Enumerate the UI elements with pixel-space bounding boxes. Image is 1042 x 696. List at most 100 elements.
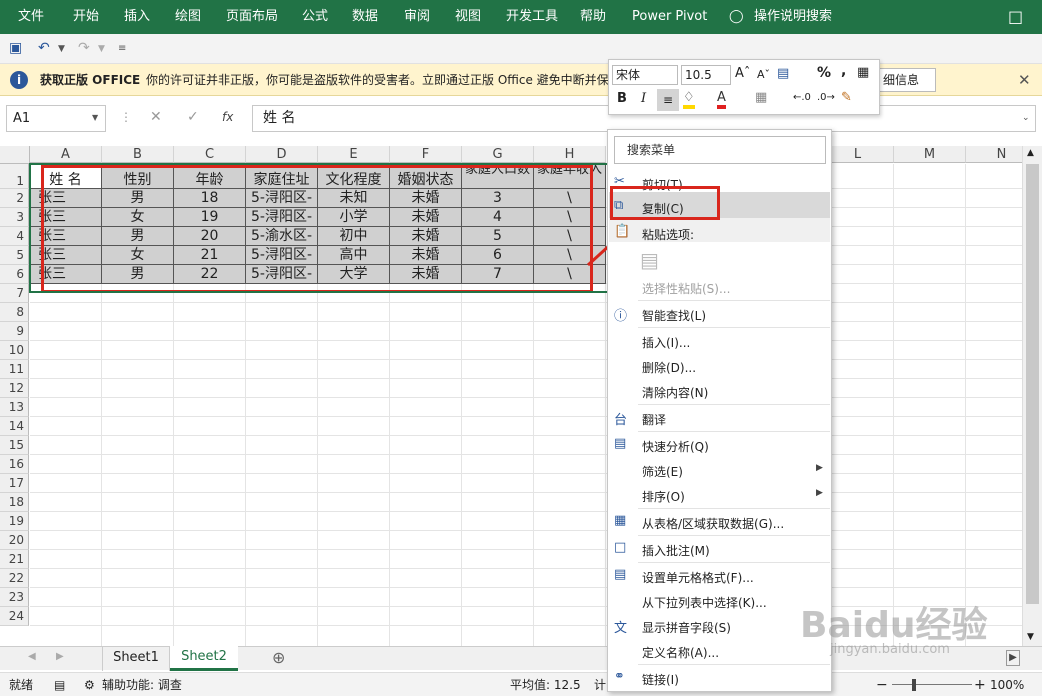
scroll-thumb[interactable] xyxy=(1026,164,1039,604)
row-header[interactable]: 12 xyxy=(0,379,29,398)
row-header[interactable]: 3 xyxy=(0,208,29,227)
font-color-icon[interactable]: A xyxy=(717,90,726,109)
table-cell[interactable]: 未婚 xyxy=(390,246,462,265)
menu-item-format-cells[interactable]: 设置单元格格式(F)... xyxy=(642,569,754,586)
borders-icon[interactable]: ▦ xyxy=(755,90,767,105)
menu-item-paste-special[interactable]: 选择性粘贴(S)... xyxy=(642,280,730,297)
name-box-dropdown-icon[interactable]: ▼ xyxy=(92,113,98,122)
tab-draw[interactable]: 绘图 xyxy=(175,0,201,34)
menu-item-get-data-from-table[interactable]: 从表格/区域获取数据(G)... xyxy=(642,515,784,532)
name-box[interactable]: A1 xyxy=(6,105,106,132)
zoom-slider[interactable] xyxy=(892,684,972,685)
column-header[interactable]: M xyxy=(894,146,966,163)
row-header[interactable]: 21 xyxy=(0,550,29,569)
redo-dropdown-icon[interactable]: ▼ xyxy=(98,44,105,54)
column-header[interactable]: H xyxy=(534,146,606,163)
row-header[interactable]: 20 xyxy=(0,531,29,550)
table-cell[interactable]: 21 xyxy=(174,246,246,265)
center-align-icon[interactable]: ≡ xyxy=(657,89,679,111)
tab-page-layout[interactable]: 页面布局 xyxy=(226,0,278,34)
menu-item-insert-comment[interactable]: 插入批注(M) xyxy=(642,542,710,559)
table-cell[interactable]: 张三 xyxy=(30,208,102,227)
table-cell[interactable]: 5-浔阳区- xyxy=(246,189,318,208)
font-name-select[interactable]: 宋体 xyxy=(612,65,678,85)
enter-icon[interactable]: ✓ xyxy=(187,109,199,125)
format-painter-icon[interactable]: ✎ xyxy=(841,90,852,105)
row-header[interactable]: 17 xyxy=(0,474,29,493)
row-header[interactable]: 4 xyxy=(0,227,29,246)
row-header[interactable]: 15 xyxy=(0,436,29,455)
tab-help[interactable]: 帮助 xyxy=(580,0,606,34)
column-header[interactable]: D xyxy=(246,146,318,163)
table-cell[interactable]: 女 xyxy=(102,246,174,265)
header-cell[interactable]: 姓 名 xyxy=(30,164,102,189)
row-header[interactable]: 18 xyxy=(0,493,29,512)
sheet-tab-sheet1[interactable]: Sheet1 xyxy=(102,647,170,671)
table-cell[interactable]: 22 xyxy=(174,265,246,284)
row-header[interactable]: 19 xyxy=(0,512,29,531)
tab-home[interactable]: 开始 xyxy=(73,0,99,34)
currency-format-icon[interactable]: ▤ xyxy=(777,66,789,81)
tab-view[interactable]: 视图 xyxy=(455,0,481,34)
column-header[interactable]: N xyxy=(966,146,1022,163)
table-cell[interactable]: 6 xyxy=(462,246,534,265)
font-size-select[interactable]: 10.5 xyxy=(681,65,731,85)
table-cell[interactable]: 张三 xyxy=(30,265,102,284)
format-as-table-icon[interactable]: ▦ xyxy=(857,65,869,80)
table-cell[interactable]: 张三 xyxy=(30,246,102,265)
column-header[interactable]: F xyxy=(390,146,462,163)
table-cell[interactable]: 未婚 xyxy=(390,189,462,208)
select-all-corner[interactable] xyxy=(0,146,30,164)
column-header[interactable]: A xyxy=(30,146,102,163)
table-cell[interactable]: 4 xyxy=(462,208,534,227)
row-header[interactable]: 10 xyxy=(0,341,29,360)
table-cell[interactable]: 男 xyxy=(102,189,174,208)
notice-details-button[interactable]: 细信息 xyxy=(876,68,936,92)
header-cell[interactable]: 家庭住址 xyxy=(246,164,318,189)
increase-decimal-icon[interactable]: ←.0 xyxy=(793,92,811,103)
tab-power-pivot[interactable]: Power Pivot xyxy=(632,0,707,34)
table-cell[interactable]: 高中 xyxy=(318,246,390,265)
table-cell[interactable]: 7 xyxy=(462,265,534,284)
tell-me-search[interactable]: 操作说明搜索 xyxy=(754,0,832,34)
comma-style-icon[interactable]: , xyxy=(841,63,846,79)
tab-insert[interactable]: 插入 xyxy=(124,0,150,34)
undo-dropdown-icon[interactable]: ▼ xyxy=(58,44,65,54)
menu-item-insert[interactable]: 插入(I)... xyxy=(642,334,690,351)
menu-item-delete[interactable]: 删除(D)... xyxy=(642,359,696,376)
undo-icon[interactable]: ↶ xyxy=(38,40,50,56)
decrease-decimal-icon[interactable]: .0→ xyxy=(817,92,835,103)
table-cell[interactable]: 张三 xyxy=(30,189,102,208)
row-header[interactable]: 11 xyxy=(0,360,29,379)
menu-item-sort[interactable]: 排序(O) xyxy=(642,488,685,505)
column-header[interactable]: C xyxy=(174,146,246,163)
menu-item-copy[interactable]: 复制(C) xyxy=(642,200,684,217)
table-cell[interactable]: 小学 xyxy=(318,208,390,227)
tab-data[interactable]: 数据 xyxy=(352,0,378,34)
table-cell[interactable]: 未婚 xyxy=(390,265,462,284)
italic-button[interactable]: I xyxy=(641,91,646,106)
table-cell[interactable]: 未知 xyxy=(318,189,390,208)
accessibility-status[interactable]: 辅助功能: 调查 xyxy=(102,673,182,696)
table-cell[interactable]: 5-浔阳区- xyxy=(246,208,318,227)
tab-formulas[interactable]: 公式 xyxy=(302,0,328,34)
table-cell[interactable]: 未婚 xyxy=(390,227,462,246)
sheet-tab-sheet2[interactable]: Sheet2 xyxy=(170,646,238,671)
row-header[interactable]: 23 xyxy=(0,588,29,607)
shrink-font-icon[interactable]: Aˇ xyxy=(757,68,770,81)
zoom-in-icon[interactable]: + xyxy=(974,673,986,696)
scroll-right-icon[interactable]: ▶ xyxy=(1006,650,1020,666)
menu-item-clear-contents[interactable]: 清除内容(N) xyxy=(642,384,708,401)
expand-formula-icon[interactable]: ⌄ xyxy=(1022,113,1030,123)
menu-item-show-phonetic[interactable]: 显示拼音字段(S) xyxy=(642,619,731,636)
comment-icon[interactable]: □ xyxy=(1008,0,1023,34)
header-cell[interactable]: 年龄 xyxy=(174,164,246,189)
zoom-slider-thumb[interactable] xyxy=(912,679,916,691)
tab-developer[interactable]: 开发工具 xyxy=(506,0,558,34)
scroll-down-icon[interactable]: ▼ xyxy=(1027,632,1034,642)
scroll-up-icon[interactable]: ▲ xyxy=(1027,148,1034,158)
menu-item-quick-analysis[interactable]: 快速分析(Q) xyxy=(642,438,709,455)
menu-item-link[interactable]: 链接(I) xyxy=(642,671,679,688)
row-header[interactable]: 22 xyxy=(0,569,29,588)
add-sheet-icon[interactable]: ⊕ xyxy=(272,648,285,667)
